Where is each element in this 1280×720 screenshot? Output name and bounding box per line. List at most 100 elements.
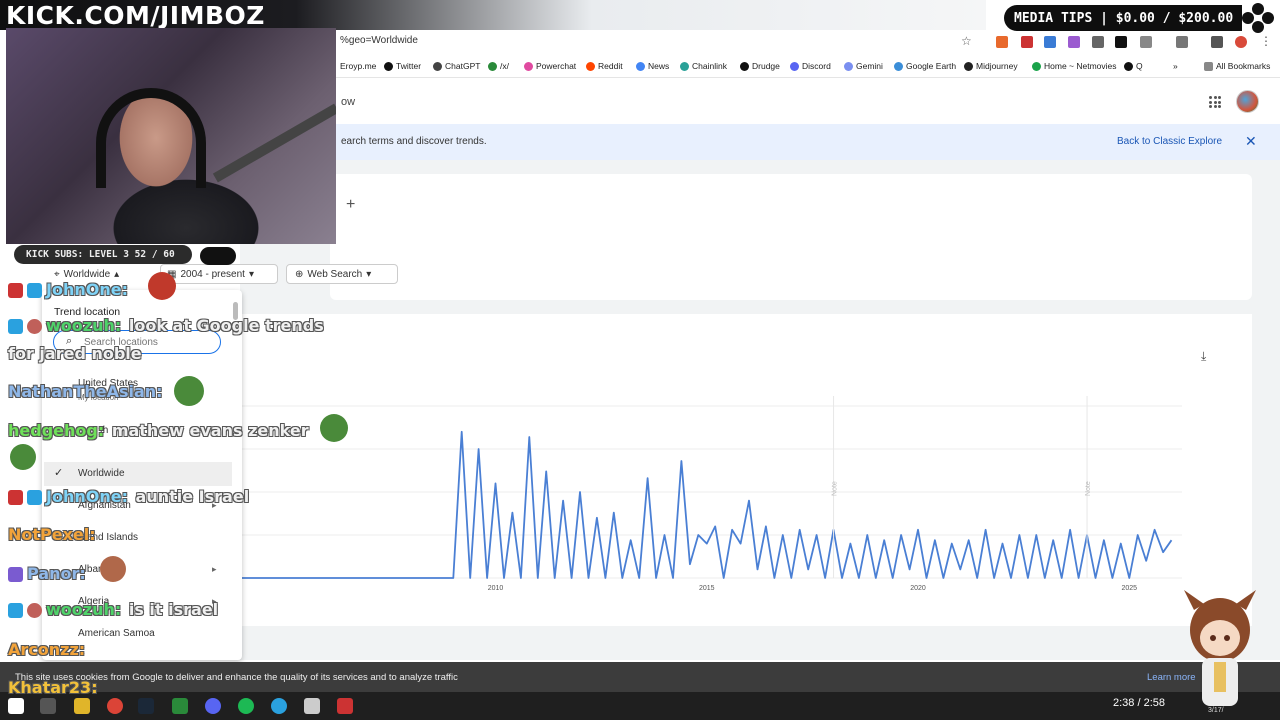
bookmark[interactable]: Eroyp.me <box>340 61 376 71</box>
chat-username: Panor: <box>27 564 86 583</box>
x-icon[interactable] <box>1115 36 1127 48</box>
board-icon <box>488 61 497 71</box>
chrome-icon[interactable] <box>107 698 123 714</box>
app-icon[interactable] <box>172 698 188 714</box>
chevron-right-icon: ▸ <box>212 564 217 574</box>
bookmark[interactable]: Reddit <box>586 61 623 71</box>
x-tick-label: 2015 <box>699 585 715 592</box>
extension-icon[interactable] <box>1021 36 1033 48</box>
chat-line: hedgehog: mathew evans zenker <box>8 421 309 440</box>
puzzle-icon[interactable] <box>1140 36 1152 48</box>
interest-chart: 2010 2015 2020 2025 Note Note <box>242 396 1182 592</box>
search-type-filter[interactable]: ⊕ Web Search ▾ <box>286 264 398 284</box>
steam-icon[interactable] <box>138 698 154 714</box>
globe-icon: ⊕ <box>295 268 304 280</box>
cast-icon[interactable] <box>1176 36 1188 48</box>
url-text[interactable]: %geo=Worldwide <box>340 35 418 46</box>
bookmark[interactable]: Twitter <box>384 61 421 71</box>
subs-goal: KICK SUBS: LEVEL 3 52 / 60 <box>14 245 192 264</box>
chat-message: look at Google trends <box>128 316 324 335</box>
x-tick-label: 2025 <box>1122 585 1138 592</box>
profile-icon[interactable] <box>1235 36 1247 48</box>
search-type-label: Web Search <box>307 268 363 280</box>
badge-icon <box>8 603 23 618</box>
bookmark[interactable]: Q <box>1124 61 1143 71</box>
chainlink-icon <box>680 61 689 71</box>
vtuber-avatar <box>1184 590 1256 706</box>
bookmarks-overflow-icon[interactable]: » <box>1173 61 1178 71</box>
time-filter[interactable]: ▦ 2004 - present ▾ <box>160 264 278 284</box>
bookmark[interactable]: Google Earth <box>894 61 956 71</box>
time-filter-label: 2004 - present <box>180 268 245 280</box>
chart-series-line <box>242 430 1173 579</box>
badge-icon <box>27 319 42 334</box>
badge-icon <box>8 283 23 298</box>
chat-username: NotPexel: <box>8 525 96 544</box>
metamask-icon[interactable] <box>996 36 1008 48</box>
bookmark[interactable]: Powerchat <box>524 61 576 71</box>
webcam-feed <box>6 28 336 244</box>
emote-icon <box>148 272 176 300</box>
chat-username: hedgehog: <box>8 421 105 440</box>
address-bar[interactable] <box>330 30 1280 56</box>
location-filter-label: Worldwide <box>63 268 111 280</box>
spotify-icon[interactable] <box>238 698 254 714</box>
add-term-icon[interactable]: + <box>346 196 355 214</box>
task-view-icon[interactable] <box>40 698 56 714</box>
extension-icon[interactable] <box>1068 36 1080 48</box>
chat-line: Arconzz: <box>8 640 87 659</box>
chatgpt-icon <box>433 61 442 71</box>
apps-grid-icon[interactable] <box>1209 96 1221 108</box>
extension-icon[interactable] <box>1092 36 1104 48</box>
app-icon[interactable] <box>337 698 353 714</box>
download-icon[interactable]: ⤓ <box>1201 349 1206 364</box>
bookmark[interactable]: News <box>636 61 669 71</box>
x-tick-label: 2010 <box>488 585 504 592</box>
chat-message: is it israel <box>128 600 219 619</box>
badge-icon <box>27 603 42 618</box>
badge-icon <box>27 283 42 298</box>
location-option[interactable]: Worldwide <box>78 468 125 479</box>
avatar[interactable] <box>1236 90 1259 113</box>
chevron-down-icon: ▴ <box>114 268 120 280</box>
location-option[interactable]: American Samoa <box>78 628 155 639</box>
bookmark[interactable]: Discord <box>790 61 831 71</box>
bookmark[interactable]: Chainlink <box>680 61 727 71</box>
chevron-down-icon: ▾ <box>248 268 254 280</box>
pepe-emote-icon <box>320 414 348 442</box>
chat-username: JohnOne: <box>46 487 128 506</box>
reddit-icon <box>586 61 595 71</box>
bookmark[interactable]: Drudge <box>740 61 780 71</box>
bookmark-star-icon[interactable]: ☆ <box>961 34 972 48</box>
compare-card <box>330 174 1252 300</box>
bookmark[interactable]: Home ~ Netmovies <box>1032 61 1117 71</box>
folder-icon[interactable] <box>74 698 90 714</box>
kebab-menu-icon[interactable]: ⋮ <box>1260 34 1272 48</box>
x-tick-label: 2020 <box>910 585 926 592</box>
close-icon[interactable]: ✕ <box>1245 133 1257 150</box>
extension-icon[interactable] <box>1044 36 1056 48</box>
telegram-icon[interactable] <box>271 698 287 714</box>
bookmark[interactable]: All Bookmarks <box>1204 61 1270 71</box>
selected-location-row[interactable] <box>44 462 232 486</box>
windows-icon[interactable] <box>8 698 24 714</box>
discord-icon[interactable] <box>205 698 221 714</box>
list-icon[interactable] <box>1211 36 1223 48</box>
bookmark[interactable]: Gemini <box>844 61 883 71</box>
discord-icon <box>790 61 799 71</box>
clock[interactable]: 2:38 / 2:58 <box>1113 697 1165 709</box>
bookmark[interactable]: /x/ <box>488 61 509 71</box>
chat-line: for jared noble <box>8 344 142 363</box>
emote-icon <box>100 556 126 582</box>
pepe-emote-icon <box>10 444 36 470</box>
taskbar <box>0 692 1280 720</box>
drudge-icon <box>740 61 749 71</box>
back-to-classic-link[interactable]: Back to Classic Explore <box>1117 136 1222 147</box>
bookmark[interactable]: Midjourney <box>964 61 1018 71</box>
x-icon <box>384 61 393 71</box>
bookmark[interactable]: ChatGPT <box>433 61 480 71</box>
app-icon[interactable] <box>304 698 320 714</box>
subs-goal-decoration <box>200 247 236 265</box>
chat-username: Arconzz: <box>8 640 86 659</box>
chat-message: for jared noble <box>8 344 142 363</box>
